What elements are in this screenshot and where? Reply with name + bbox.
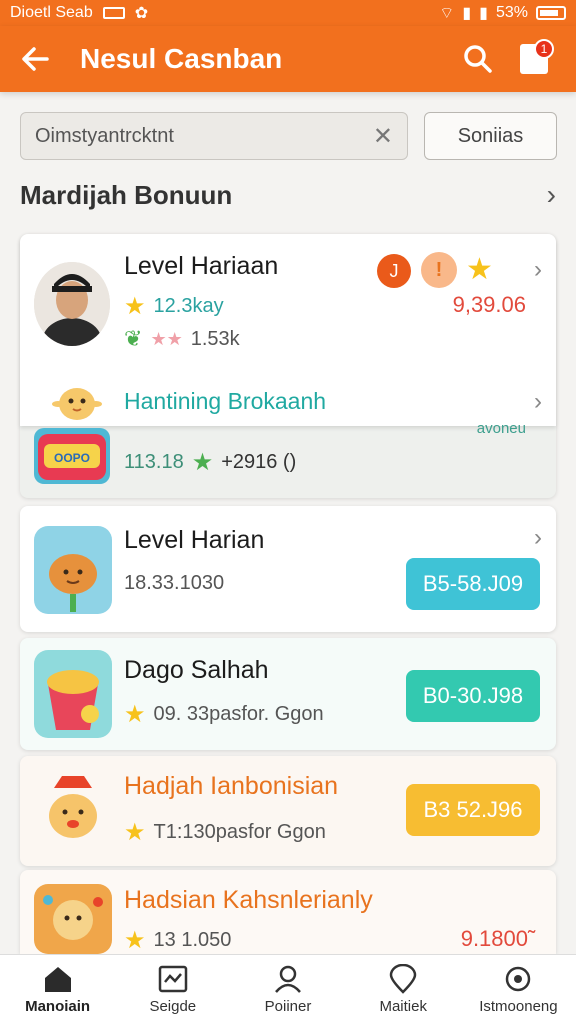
featured-badge-1[interactable]: J [377,254,411,288]
featured-subitem-row: 113.18 ★ +2916 () [124,448,296,477]
nav-label: Maitiek [379,998,427,1015]
item-title: Hadsian Kahsnlerianly [124,886,373,914]
item-subtitle: 09. 33pasfor. Ggon [153,703,324,725]
home-icon [44,967,71,992]
gear-icon: ✿ [134,5,149,22]
item-subtitle-row: ★ 09. 33pasfor. Ggon [124,700,324,729]
back-button[interactable] [0,26,70,92]
featured-subitem-stats: 113.18 [124,451,184,473]
location-icon [389,964,417,994]
nav-item-location[interactable]: Maitiek [346,955,461,1024]
item-subtitle-row: ★ 13 1.050 [124,926,231,955]
list-item[interactable]: Level Harian 18.33.1030 › B5-58.J09 [20,506,556,632]
signal-icon-2: ▮ [479,5,488,22]
nav-item-home[interactable]: Manoiain [0,955,115,1024]
bottom-navigation: Manoiain Seigde Poiiner Maitiek Istmoone… [0,954,576,1024]
star-icon: ★ [124,927,146,954]
featured-amount: 9,39.06 [452,292,526,317]
price-button[interactable]: B3 52.J96 [406,784,540,836]
item-title: Dago Salhah [124,656,269,684]
signal-icon: ▮ [462,5,472,22]
avatar [34,262,110,346]
item-thumbnail [34,766,112,854]
featured-subitem-title: Hantining Brokaanh [124,388,327,414]
featured-stat2: 1.53k [190,327,240,350]
search-icon [464,45,492,73]
price-button[interactable]: B5-58.J09 [406,558,540,610]
nav-item-settings[interactable]: Istmooneng [461,955,576,1024]
star-icon: ★ [124,819,146,846]
item-amount: 9.1800̃ [460,926,528,951]
profile-icon [275,965,301,993]
battery-icon [536,6,566,20]
status-left-text: Dioetl Seab [10,4,93,21]
item-subtitle: 18.33.1030 [124,572,225,594]
star-icon: ★ [124,701,146,728]
featured-stat1: 12.3kay [153,295,224,317]
battery-percent: 53% [495,4,528,21]
notification-button[interactable]: 1 [506,31,562,87]
wifi-icon: ⌔ [439,5,455,22]
chick-mascot-image [50,380,104,422]
list-item[interactable]: Hadsian Kahsnlerianly ★ 13 1.050 9.1800̃ [20,870,556,954]
search-button[interactable] [450,31,506,87]
featured-card[interactable]: Level Hariaan ★ 12.3kay ❦ ★★ 1.53k J ! ★… [20,234,556,498]
app-bar: Nesul Casnban 1 [0,26,576,92]
item-title: Hadjah Ianbonisian [124,772,339,800]
item-title: Level Harian [124,526,265,554]
green-star-icon: ★ [191,449,214,476]
settings-icon [506,966,531,992]
item-subtitle: 13 1.050 [153,929,232,951]
item-thumbnail [34,526,112,614]
star-icon: ★ [124,293,146,320]
arrow-left-icon [22,47,49,71]
favorite-star-icon[interactable]: ★ [466,252,493,287]
nav-item-profile[interactable]: Poiiner [230,955,345,1024]
nav-label: Seigde [149,998,197,1015]
clear-icon[interactable]: ✕ [373,122,393,151]
featured-subitem-tag: avoneu [476,420,526,437]
notification-badge: 1 [534,39,554,59]
status-bar: Dioetl Seab ✿ ⌔ ▮ ▮ 53% [0,0,576,26]
item-subtitle-row: ★ T1:130pasfor Ggon [124,818,326,847]
nav-label: Istmooneng [479,998,558,1015]
nav-label: Manoiain [25,998,91,1015]
nav-item-news[interactable]: Seigde [115,955,230,1024]
chevron-right-icon: › [534,524,542,551]
snack-can-image: OOPO [34,428,110,484]
news-icon [158,965,188,993]
nav-label: Poiiner [264,998,312,1015]
featured-top: Level Hariaan ★ 12.3kay ❦ ★★ 1.53k J ! ★… [20,234,556,426]
featured-badge-2[interactable]: ! [421,252,457,288]
item-thumbnail [34,650,112,738]
item-thumbnail [34,884,112,954]
stars-rating-icon: ★★ [150,328,183,349]
leaf-icon: ❦ [124,326,143,351]
list-item[interactable]: Hadjah Ianbonisian ★ T1:130pasfor Ggon B… [20,756,556,866]
price-button[interactable]: B0-30.J98 [406,670,540,722]
search-submit-button[interactable]: Soniias [424,112,557,160]
person-avatar-image [34,262,110,346]
featured-title: Level Hariaan [124,252,279,280]
chevron-right-icon: › [546,179,556,210]
chevron-right-icon: › [534,256,542,283]
search-field[interactable]: ✕ [20,112,408,160]
featured-subitem-extra: +2916 () [221,451,297,473]
page-title: Nesul Casnban [80,43,283,74]
section-title: Mardijah Bonuun [20,179,233,210]
section-header[interactable]: Mardijah Bonuun › [20,172,556,218]
search-input[interactable] [35,124,373,148]
mail-icon [102,7,125,19]
list-item[interactable]: Dago Salhah ★ 09. 33pasfor. Ggon B0-30.J… [20,638,556,750]
featured-stat-row-1: ★ 12.3kay [124,292,224,321]
svg-text:OOPO: OOPO [54,451,90,465]
featured-stat-row-2: ❦ ★★ 1.53k [124,326,240,352]
item-subtitle: T1:130pasfor Ggon [153,821,326,843]
chevron-right-icon: › [534,388,542,415]
